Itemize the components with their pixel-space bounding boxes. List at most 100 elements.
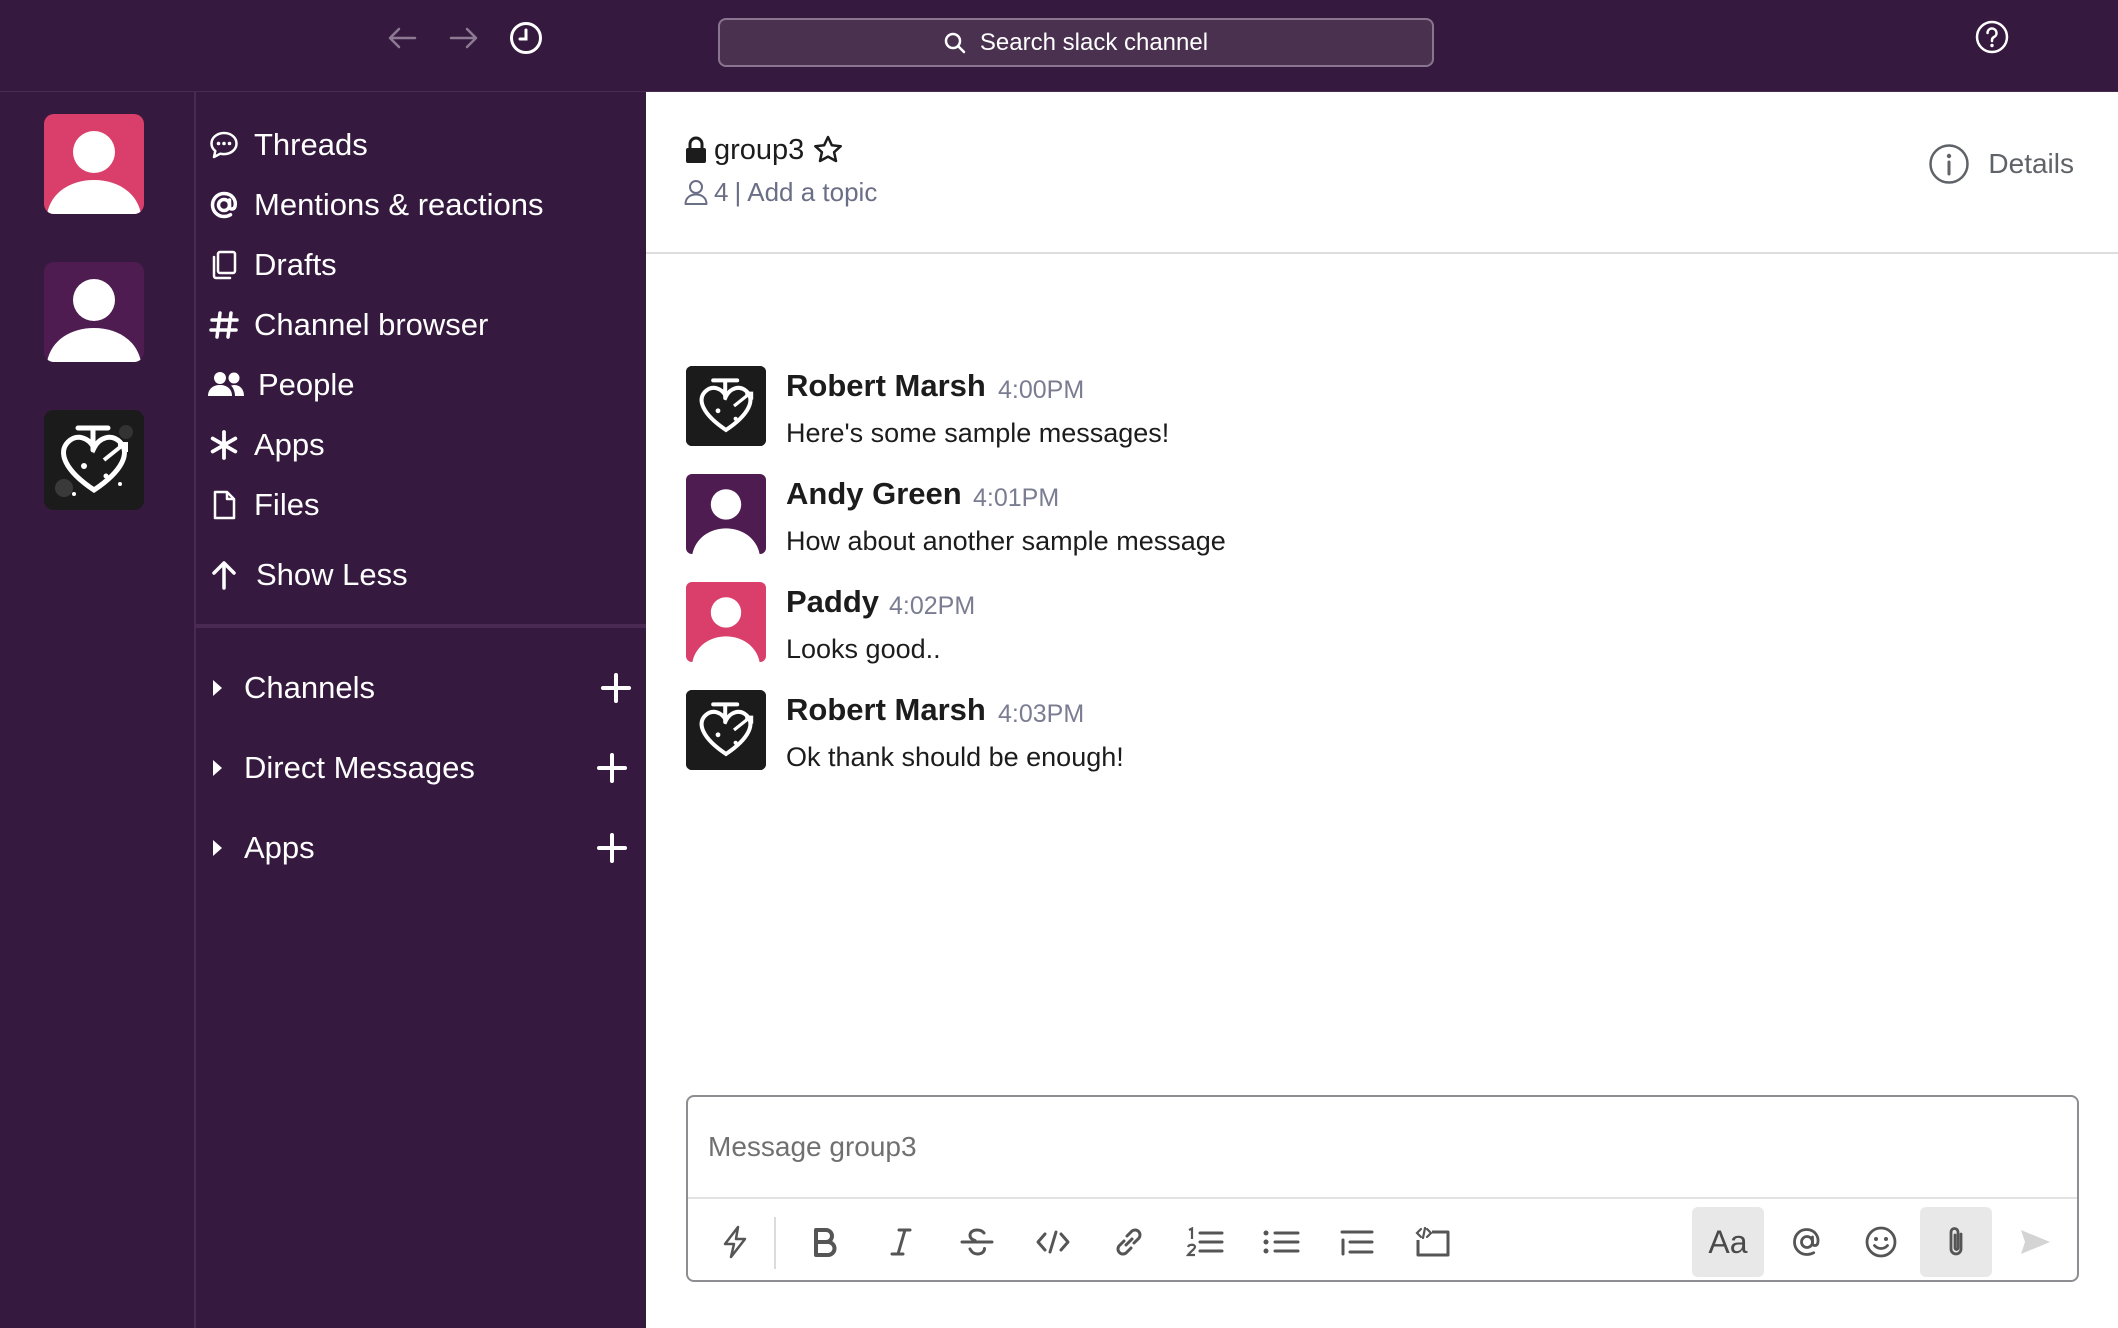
- sidebar-item-threads[interactable]: Threads: [206, 120, 368, 170]
- workspace-1-avatar[interactable]: [44, 114, 144, 214]
- message-timestamp[interactable]: 4:01PM: [973, 484, 1059, 513]
- heart-graffiti-image: [686, 690, 766, 770]
- bulleted-list-button[interactable]: [1248, 1209, 1314, 1275]
- history-button[interactable]: [506, 18, 546, 58]
- workspace-3-avatar[interactable]: [44, 410, 144, 510]
- sidebar-item-channel-browser[interactable]: Channel browser: [206, 300, 488, 350]
- emoji-button[interactable]: [1848, 1209, 1914, 1275]
- caret-right-icon: [213, 840, 222, 856]
- channel-title[interactable]: group3: [684, 130, 844, 170]
- sidebar-item-label: Threads: [254, 127, 368, 162]
- search-bar[interactable]: Search slack channel: [718, 18, 1434, 67]
- message-item[interactable]: Paddy 4:02PM Looks good..: [686, 582, 2086, 682]
- message-text: Ok thank should be enough!: [786, 742, 1124, 772]
- strikethrough-icon: [960, 1228, 994, 1256]
- sidebar-item-apps[interactable]: Apps: [206, 420, 325, 470]
- add-topic-link[interactable]: Add a topic: [747, 177, 877, 208]
- details-button[interactable]: Details: [1928, 142, 2074, 186]
- add-channel-button[interactable]: [596, 668, 636, 708]
- forward-button[interactable]: [444, 18, 484, 58]
- help-button[interactable]: [1974, 19, 2010, 55]
- plus-icon: [597, 833, 627, 863]
- bulleted-list-icon: [1263, 1230, 1300, 1254]
- sidebar-item-label: Apps: [254, 427, 325, 462]
- channel-header: group3 4 | Add a topic Details: [646, 92, 2118, 254]
- ordered-list-button[interactable]: [1172, 1209, 1238, 1275]
- heart-graffiti-image: [44, 410, 144, 510]
- code-block-button[interactable]: [1400, 1209, 1466, 1275]
- section-apps[interactable]: Apps: [196, 820, 646, 876]
- blockquote-button[interactable]: [1324, 1209, 1390, 1275]
- message-timestamp[interactable]: 4:02PM: [889, 592, 975, 621]
- message-author[interactable]: Robert Marsh: [786, 692, 986, 728]
- section-direct-messages[interactable]: Direct Messages: [196, 740, 646, 796]
- sidebar-item-label: Drafts: [254, 247, 337, 282]
- sidebar-item-show-less[interactable]: Show Less: [206, 550, 408, 600]
- sidebar-item-label: Mentions & reactions: [254, 187, 544, 222]
- bold-button[interactable]: [792, 1209, 858, 1275]
- shortcuts-button[interactable]: [702, 1209, 768, 1275]
- member-count[interactable]: 4: [714, 177, 728, 208]
- meta-separator: |: [734, 176, 742, 207]
- message-timestamp[interactable]: 4:00PM: [998, 376, 1084, 405]
- channel-meta: 4 | Add a topic: [684, 174, 877, 210]
- toolbar-divider: [774, 1217, 776, 1269]
- strikethrough-button[interactable]: [944, 1209, 1010, 1275]
- blockquote-icon: [1340, 1230, 1374, 1256]
- star-icon[interactable]: [812, 134, 844, 166]
- sidebar-item-drafts[interactable]: Drafts: [206, 240, 337, 290]
- code-button[interactable]: [1020, 1209, 1086, 1275]
- member-icon: [684, 179, 708, 205]
- heart-graffiti-image: [686, 366, 766, 446]
- message-author[interactable]: Andy Green: [786, 476, 962, 512]
- message-author[interactable]: Robert Marsh: [786, 368, 986, 404]
- message-timestamp[interactable]: 4:03PM: [998, 700, 1084, 729]
- person-icon: [692, 597, 760, 662]
- people-icon: [206, 367, 246, 403]
- message-input[interactable]: Message group3: [688, 1097, 2077, 1199]
- italic-icon: [890, 1228, 912, 1256]
- help-icon: [1975, 20, 2009, 54]
- message-item[interactable]: Robert Marsh 4:00PM Here's some sample m…: [686, 366, 2086, 466]
- hash-icon: [206, 307, 242, 343]
- attach-button[interactable]: [1920, 1207, 1992, 1277]
- composer-toolbar: Aa: [688, 1201, 2077, 1282]
- back-button[interactable]: [382, 18, 422, 58]
- plus-icon: [601, 673, 631, 703]
- bold-icon: [814, 1228, 837, 1257]
- emoji-icon: [1865, 1226, 1897, 1258]
- sidebar-item-people[interactable]: People: [206, 360, 355, 410]
- formatting-icon: Aa: [1708, 1223, 1748, 1260]
- sidebar-item-mentions[interactable]: Mentions & reactions: [206, 180, 543, 230]
- message-item[interactable]: Andy Green 4:01PM How about another samp…: [686, 474, 2086, 574]
- formatting-toggle-button[interactable]: Aa: [1692, 1207, 1764, 1277]
- avatar[interactable]: [686, 690, 766, 770]
- sidebar-item-files[interactable]: Files: [206, 480, 319, 530]
- message-author[interactable]: Paddy: [786, 584, 879, 620]
- avatar[interactable]: [686, 582, 766, 662]
- section-label: Apps: [244, 830, 315, 865]
- message-composer: Message group3 Aa: [686, 1095, 2079, 1282]
- at-icon: [206, 187, 242, 223]
- avatar[interactable]: [686, 366, 766, 446]
- section-channels[interactable]: Channels: [196, 660, 646, 716]
- workspace-2-avatar[interactable]: [44, 262, 144, 362]
- message-item[interactable]: Robert Marsh 4:03PM Ok thank should be e…: [686, 690, 2086, 790]
- avatar[interactable]: [686, 474, 766, 554]
- italic-button[interactable]: [868, 1209, 934, 1275]
- back-arrow-icon: [388, 27, 417, 49]
- shortcuts-icon: [723, 1225, 747, 1259]
- add-app-button[interactable]: [592, 828, 632, 868]
- search-label: Search slack channel: [979, 28, 1209, 56]
- link-button[interactable]: [1096, 1209, 1162, 1275]
- add-direct-message-button[interactable]: [592, 748, 632, 788]
- link-icon: [1116, 1228, 1142, 1256]
- sidebar-item-label: Show Less: [256, 557, 408, 592]
- sidebar-item-label: People: [258, 367, 355, 402]
- apps-asterisk-icon: [206, 427, 242, 463]
- plus-icon: [597, 753, 627, 783]
- code-block-icon: [1415, 1226, 1450, 1257]
- search-icon: [944, 32, 966, 54]
- mention-button[interactable]: [1774, 1209, 1840, 1275]
- send-button[interactable]: [2002, 1209, 2068, 1275]
